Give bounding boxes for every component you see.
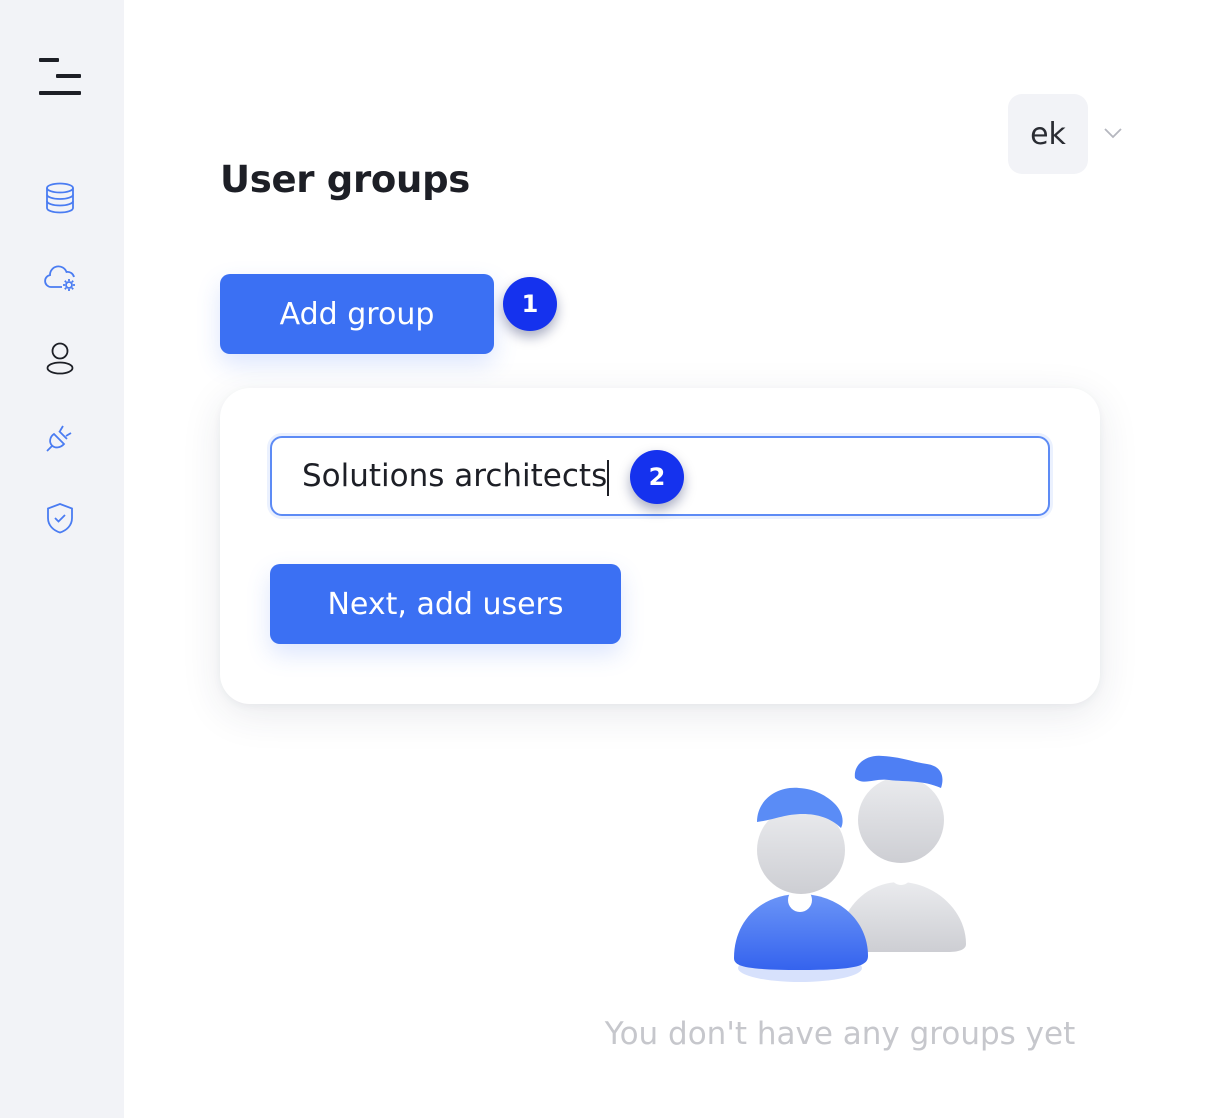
user-avatar[interactable]: ek — [1008, 94, 1088, 174]
chevron-down-icon[interactable] — [1102, 124, 1124, 140]
group-name-input[interactable] — [302, 438, 632, 514]
text-caret — [607, 460, 609, 496]
user-icon — [46, 342, 74, 375]
shield-check-icon — [47, 503, 73, 534]
hamburger-menu-icon[interactable] — [36, 56, 84, 100]
sidebar — [0, 0, 124, 1118]
empty-state-message: You don't have any groups yet — [604, 1016, 1076, 1052]
sidebar-item-integrations[interactable] — [40, 418, 80, 458]
plug-icon — [46, 425, 72, 452]
sidebar-item-security[interactable] — [40, 498, 80, 538]
next-add-users-button[interactable]: Next, add users — [270, 564, 621, 644]
empty-groups-illustration — [734, 755, 966, 982]
page-title: User groups — [220, 158, 470, 201]
step-badge-1: 1 — [503, 277, 557, 331]
sidebar-item-users[interactable] — [40, 338, 80, 378]
cloud-settings-icon — [44, 265, 75, 291]
database-icon — [46, 182, 74, 214]
sidebar-item-database[interactable] — [40, 178, 80, 218]
add-group-button[interactable]: Add group — [220, 274, 494, 354]
sidebar-item-cloud-settings[interactable] — [40, 258, 80, 298]
step-badge-2: 2 — [630, 450, 684, 504]
